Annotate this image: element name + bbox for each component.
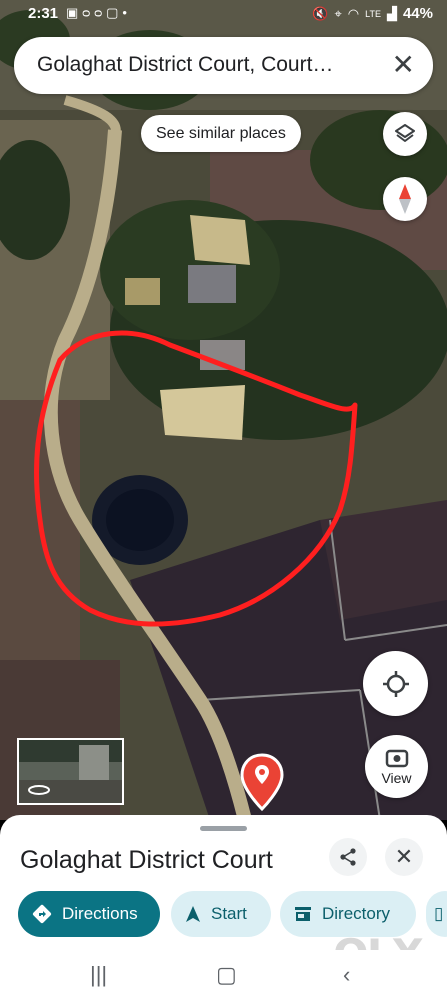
navigation-arrow-icon (186, 906, 200, 922)
status-bar: 2:31 ▣ᴑᴑ▢• 🔇 ⌖ ◠ LTE ▟ 44% (0, 0, 447, 30)
directions-label: Directions (62, 904, 138, 923)
signal-icon: ▟ (386, 5, 397, 21)
start-label: Start (211, 904, 247, 923)
street-view-icon (385, 749, 408, 767)
layers-button[interactable] (383, 112, 427, 156)
battery-percent: 44% (402, 5, 433, 22)
street-view-button[interactable]: View (365, 735, 428, 798)
see-similar-places-chip[interactable]: See similar places (141, 115, 301, 152)
close-icon[interactable]: ✕ (392, 48, 415, 81)
my-location-button[interactable] (363, 651, 428, 716)
notification-icons: ▣ᴑᴑ▢• (66, 5, 131, 21)
gallery-icon: ▣ (66, 5, 83, 20)
share-icon (340, 848, 356, 866)
wifi-icon: ◠ (347, 5, 360, 21)
dot-icon: • (122, 5, 131, 20)
recents-icon[interactable]: ||| (90, 962, 107, 988)
my-location-icon (382, 670, 409, 697)
directions-icon (32, 904, 52, 924)
close-icon: ✕ (394, 844, 414, 869)
search-bar[interactable]: Golaghat District Court, Court… ✕ (14, 37, 433, 94)
app-icon: ▢ (106, 5, 123, 20)
sheet-drag-handle[interactable] (200, 826, 247, 831)
more-icon: ▯ (434, 904, 444, 923)
place-title: Golaghat District Court (20, 846, 273, 874)
more-actions-button[interactable]: ▯ (426, 891, 447, 937)
directions-button[interactable]: Directions (18, 891, 160, 937)
compass-icon (399, 184, 411, 214)
share-button[interactable] (329, 838, 367, 876)
volte-icon: LTE (365, 8, 381, 19)
system-icons: 🔇 ⌖ ◠ LTE ▟ 44% (312, 5, 433, 22)
back-icon[interactable]: ‹ (343, 962, 350, 988)
voicemail-icon: ᴑᴑ (82, 5, 107, 20)
mute-icon: 🔇 (312, 5, 329, 21)
start-button[interactable]: Start (171, 891, 271, 937)
status-time: 2:31 (28, 5, 59, 22)
home-icon[interactable]: ▢ (216, 962, 237, 988)
place-pin-icon[interactable] (240, 753, 284, 813)
location-icon: ⌖ (334, 5, 342, 21)
search-query[interactable]: Golaghat District Court, Court… (37, 53, 377, 77)
layers-icon (395, 124, 415, 142)
compass-button[interactable] (383, 177, 427, 221)
system-nav-bar: ||| ▢ ‹ (0, 950, 447, 1000)
view-label: View (381, 769, 412, 786)
store-icon (295, 907, 311, 921)
directory-label: Directory (322, 904, 391, 923)
street-view-thumbnail[interactable] (17, 738, 124, 805)
close-sheet-button[interactable]: ✕ (385, 838, 423, 876)
